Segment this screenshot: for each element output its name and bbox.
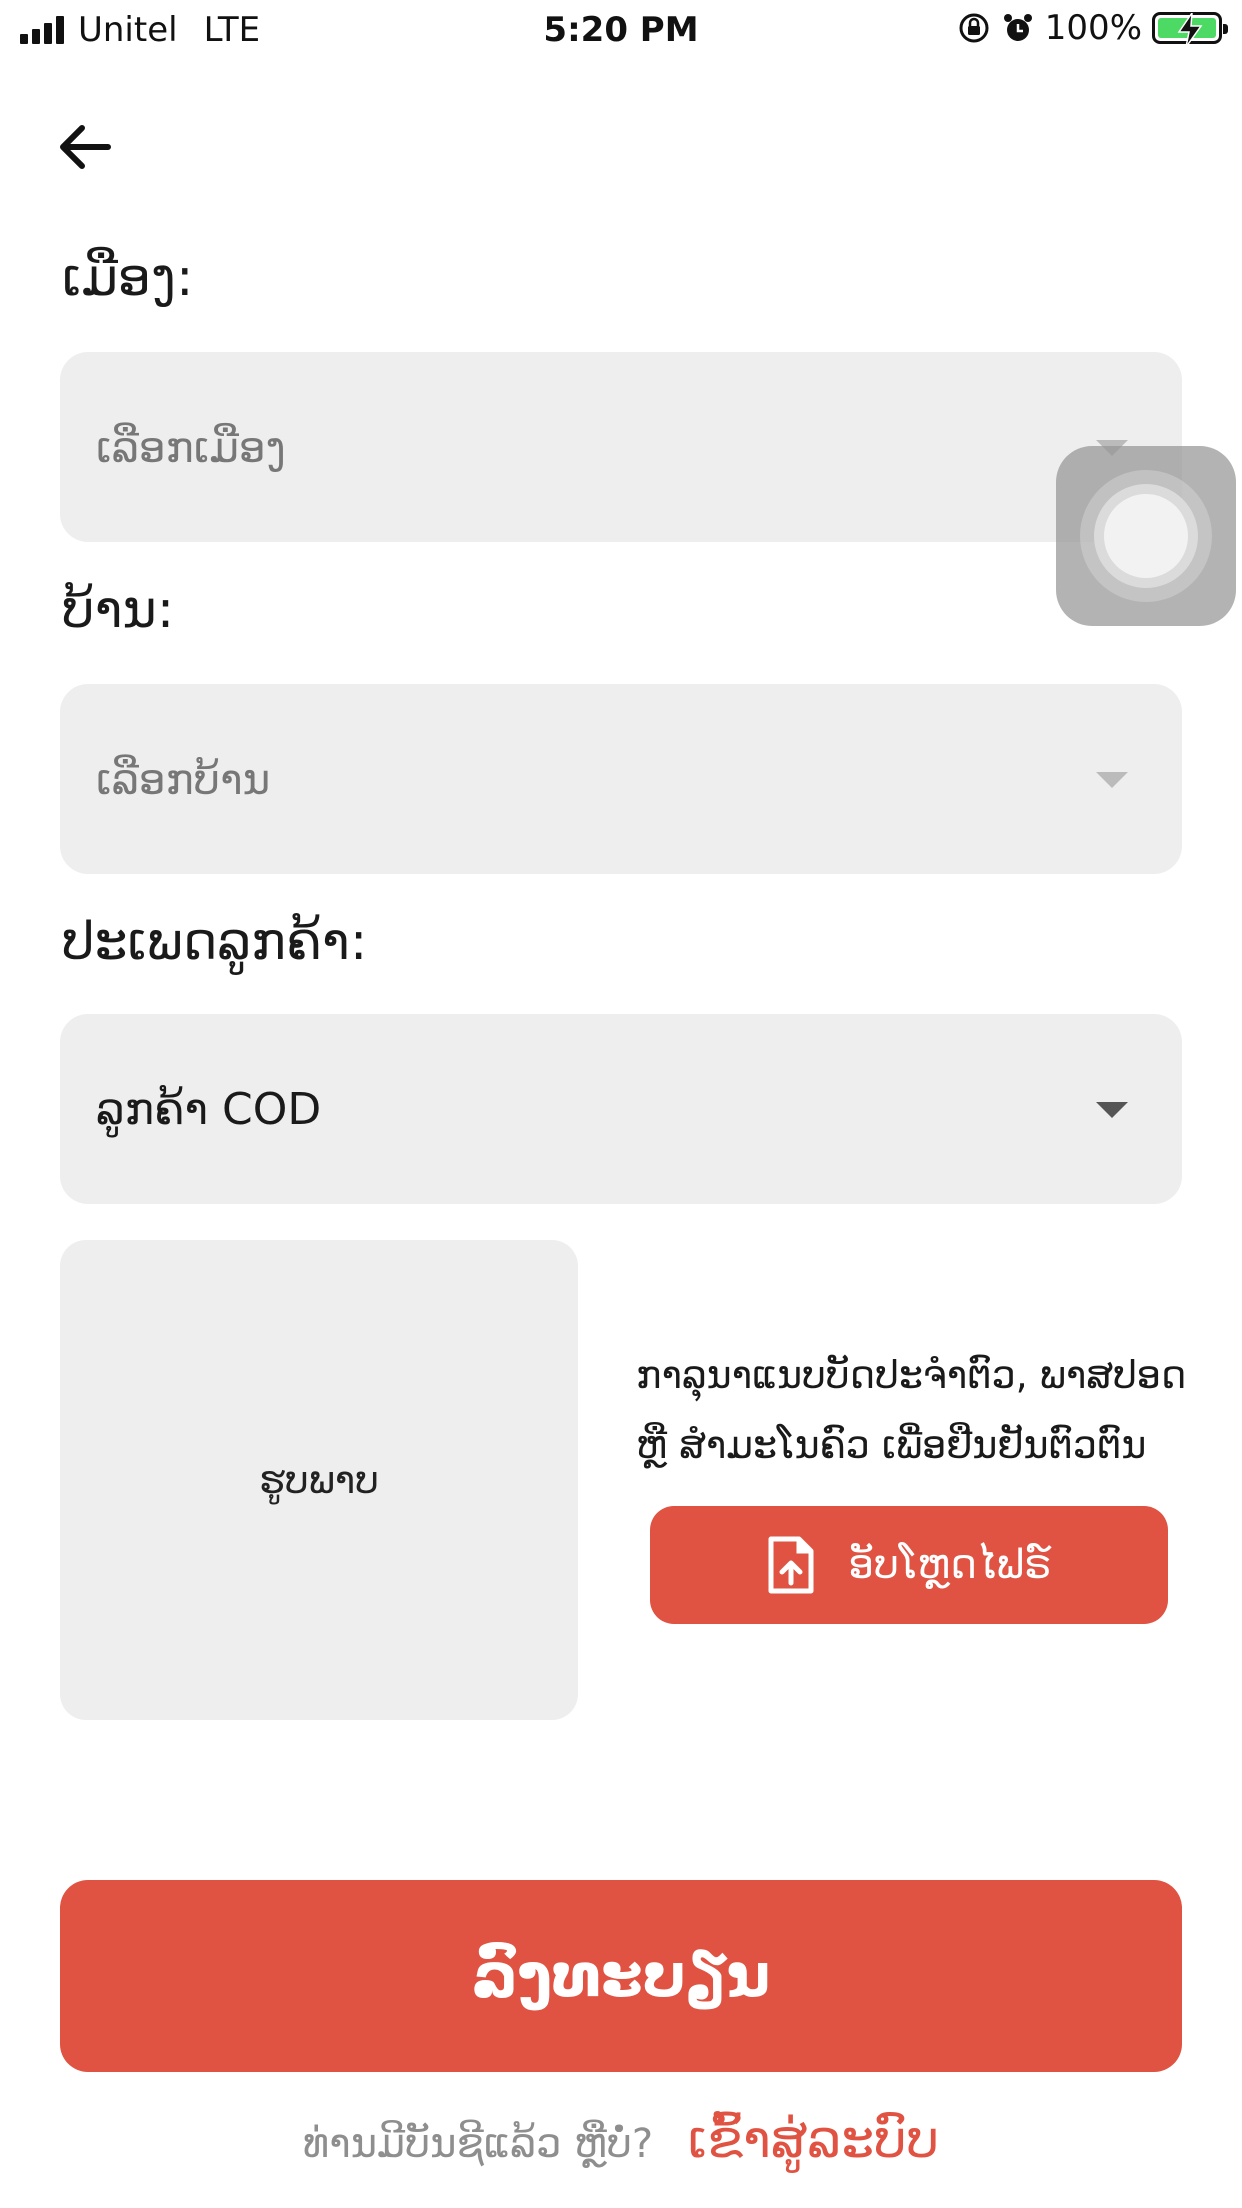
village-placeholder: ເລືອກບ້ານ	[96, 754, 271, 804]
rotation-lock-icon	[959, 13, 989, 43]
login-prompt: ທ່ານມີບັນຊີແລ້ວ ຫຼືບໍ່? ເຂົ້າສູ່ລະບົບ	[0, 2110, 1242, 2170]
file-upload-icon	[768, 1536, 814, 1594]
village-label: ບ້ານ:	[62, 580, 175, 640]
district-placeholder: ເລືອກເມືອງ	[96, 422, 286, 472]
login-link[interactable]: ເຂົ້າສູ່ລະບົບ	[688, 2110, 939, 2170]
battery-percent: 100%	[1044, 8, 1142, 48]
customer-type-label: ປະເພດລູກຄ້າ:	[62, 912, 368, 972]
register-button-label: ລົງທະບຽນ	[471, 1941, 771, 2011]
upload-file-button[interactable]: ອັບໂຫຼດໄຟຣ໌	[650, 1506, 1168, 1624]
assistive-touch-icon	[1104, 494, 1188, 578]
customer-type-value: ລູກຄ້າ COD	[96, 1083, 322, 1135]
back-button[interactable]	[50, 112, 120, 182]
upload-hint: ກາລຸນາແນບບັດປະຈຳຕົວ, ພາສປອດ ຫຼື ສຳມະໂນຄົ…	[636, 1340, 1196, 1480]
status-right: 100%	[957, 8, 1228, 48]
image-box-label: ຮູບພາບ	[258, 1458, 380, 1502]
chevron-down-icon	[1096, 772, 1128, 788]
upload-hint-line-1: ກາລຸນາແນບບັດປະຈຳຕົວ, ພາສປອດ	[636, 1353, 1187, 1397]
status-bar: Unitel LTE 5:20 PM 100%	[0, 0, 1242, 62]
battery-icon	[1152, 12, 1228, 47]
upload-file-label: ອັບໂຫຼດໄຟຣ໌	[848, 1542, 1052, 1588]
upload-hint-line-2: ຫຼື ສຳມະໂນຄົວ ເພື່ອຢືນຢັນຕົວຕົນ	[636, 1423, 1147, 1467]
assistive-touch-button[interactable]	[1056, 446, 1236, 626]
login-question: ທ່ານມີບັນຊີແລ້ວ ຫຼືບໍ່?	[302, 2121, 654, 2167]
register-button[interactable]: ລົງທະບຽນ	[60, 1880, 1182, 2072]
district-select[interactable]: ເລືອກເມືອງ	[60, 352, 1182, 542]
district-label: ເມືອງ:	[62, 248, 194, 308]
image-preview-box[interactable]: ຮູບພາບ	[60, 1240, 578, 1720]
village-select[interactable]: ເລືອກບ້ານ	[60, 684, 1182, 874]
alarm-icon	[1003, 14, 1032, 41]
chevron-down-icon	[1096, 1102, 1128, 1118]
customer-type-select[interactable]: ລູກຄ້າ COD	[60, 1014, 1182, 1204]
back-arrow-icon	[60, 125, 111, 169]
